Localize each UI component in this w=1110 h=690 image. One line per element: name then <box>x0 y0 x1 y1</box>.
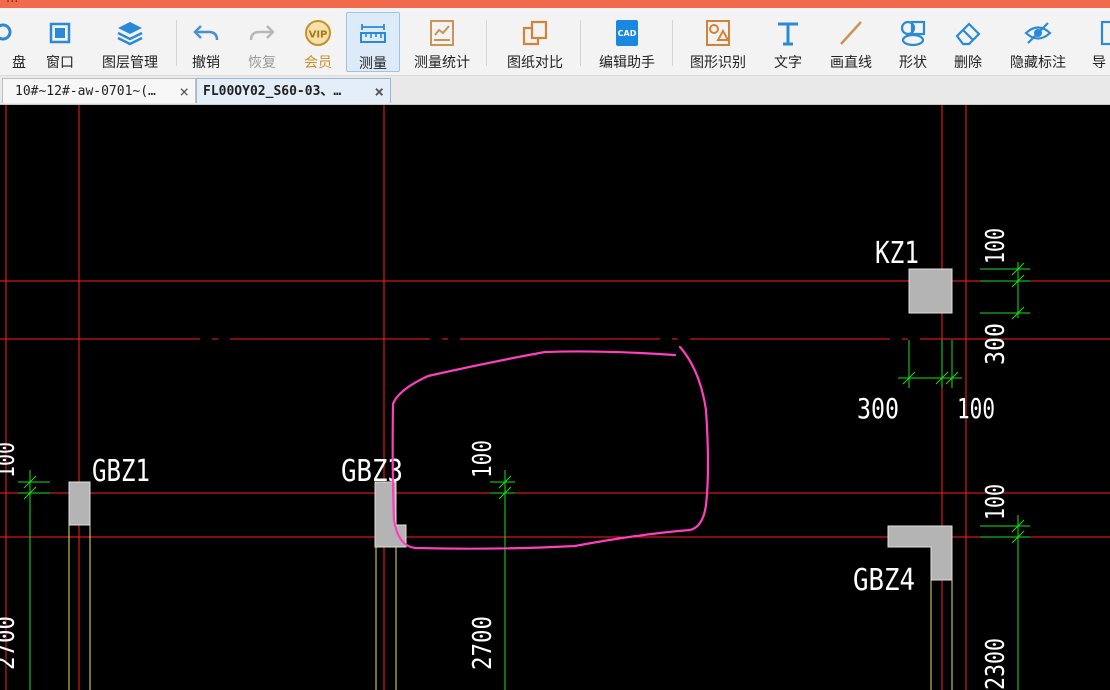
document-tab-bar: 10#~12#-aw-0701~(… × FL00OY02_S60-03、… × <box>0 76 1110 105</box>
tab-drawing-2[interactable]: FL00OY02_S60-03、… × <box>196 78 391 103</box>
title-bar: ... <box>0 0 1110 8</box>
toolbar-separator <box>672 20 673 66</box>
layers-button[interactable]: 图层管理 <box>95 12 165 72</box>
text-icon <box>778 22 798 46</box>
export-label: 导 <box>1092 55 1106 71</box>
tab-drawing-1[interactable]: 10#~12#-aw-0701~(… × <box>2 78 196 103</box>
column-kz1[interactable] <box>908 268 953 314</box>
redo-icon <box>249 25 275 41</box>
measure-label: 测量 <box>359 56 387 72</box>
cad-badge-text: CAD <box>618 29 637 38</box>
dim-text-2300: 2300 <box>981 638 1011 690</box>
cad-drawing-canvas[interactable]: KZ1 GBZ1 GBZ3 GBZ4 300 100 100 300 100 2… <box>0 105 1110 690</box>
hide-annotation-label: 隐藏标注 <box>1010 55 1066 71</box>
measure-chart-icon <box>430 20 454 46</box>
measure-button[interactable]: 测量 <box>346 12 400 72</box>
edit-helper-button[interactable]: CAD 编辑助手 <box>592 12 662 72</box>
text-label: 文字 <box>774 55 802 71</box>
dim-text-100-mid: 100 <box>468 440 498 478</box>
vip-label: 会员 <box>304 55 332 71</box>
disk-icon <box>0 23 12 41</box>
dim-text-2700-mid: 2700 <box>468 616 498 670</box>
shape-recognition-button[interactable]: 图形识别 <box>683 12 753 72</box>
tab-title: 10#~12#-aw-0701~(… <box>15 84 156 99</box>
measure-stats-button[interactable]: 测量统计 <box>408 12 476 72</box>
undo-label: 撤销 <box>192 55 220 71</box>
dim-text-2700-left: 2700 <box>0 616 21 670</box>
tab-close-icon[interactable]: × <box>374 79 384 104</box>
label-gbz4: GBZ4 <box>853 563 915 598</box>
dim-text-100-h: 100 <box>957 392 995 425</box>
undo-button[interactable]: 撤销 <box>184 12 228 72</box>
redo-label: 恢复 <box>248 55 276 71</box>
window-icon <box>49 22 71 44</box>
tab-title: FL00OY02_S60-03、… <box>203 84 342 99</box>
dim-text-300-h: 300 <box>857 392 899 425</box>
delete-button[interactable]: 删除 <box>946 12 990 72</box>
export-button[interactable]: 导 <box>1088 12 1110 72</box>
dim-text-100-right: 100 <box>981 484 1011 520</box>
dim-text-300-v: 300 <box>981 323 1011 365</box>
disk-label: 盘 <box>12 55 26 71</box>
eraser-icon <box>955 22 981 46</box>
delete-label: 删除 <box>954 55 982 71</box>
vip-icon: VIP <box>305 20 331 46</box>
vip-badge-text: VIP <box>309 30 328 41</box>
undo-icon <box>193 25 219 41</box>
compare-label: 图纸对比 <box>507 55 563 71</box>
line-icon <box>840 21 862 45</box>
edit-helper-label: 编辑助手 <box>599 55 655 71</box>
canvas-background <box>0 105 1110 690</box>
shape-icon <box>900 20 926 47</box>
vip-button[interactable]: VIP 会员 <box>296 12 340 72</box>
draw-line-label: 画直线 <box>830 55 872 71</box>
window-title: ... <box>6 0 18 6</box>
cad-edit-icon: CAD <box>616 20 638 46</box>
measure-stats-label: 测量统计 <box>414 55 470 71</box>
shape-label: 形状 <box>899 55 927 71</box>
shape-recognition-label: 图形识别 <box>690 55 746 71</box>
hide-annotation-button[interactable]: 隐藏标注 <box>1002 12 1074 72</box>
label-kz1: KZ1 <box>875 236 919 271</box>
dim-text-100-left: 100 <box>0 442 21 478</box>
toolbar-separator <box>580 20 581 66</box>
column-gbz1[interactable] <box>68 481 91 526</box>
window-label: 窗口 <box>46 55 74 71</box>
draw-line-button[interactable]: 画直线 <box>822 12 880 72</box>
hide-eye-icon <box>1024 22 1052 44</box>
main-toolbar: 盘 窗口 图层管理 撤销 恢复 VIP 会员 测量 测量统计 图纸对比 CAD … <box>0 8 1110 76</box>
redo-button[interactable]: 恢复 <box>240 12 284 72</box>
export-icon <box>1100 20 1110 46</box>
tab-close-icon[interactable]: × <box>179 79 189 104</box>
layers-icon <box>117 22 143 46</box>
toolbar-separator <box>486 20 487 66</box>
label-gbz1: GBZ1 <box>92 454 150 489</box>
toolbar-separator <box>176 20 177 66</box>
shape-recognition-icon <box>706 20 730 46</box>
layers-label: 图层管理 <box>102 55 158 71</box>
text-button[interactable]: 文字 <box>766 12 810 72</box>
window-button[interactable]: 窗口 <box>38 12 82 72</box>
compare-icon <box>522 20 548 46</box>
disk-button[interactable]: 盘 <box>0 12 26 72</box>
dim-text-100-top: 100 <box>981 228 1011 264</box>
compare-button[interactable]: 图纸对比 <box>500 12 570 72</box>
shape-button[interactable]: 形状 <box>891 12 935 72</box>
ruler-icon <box>360 24 386 43</box>
